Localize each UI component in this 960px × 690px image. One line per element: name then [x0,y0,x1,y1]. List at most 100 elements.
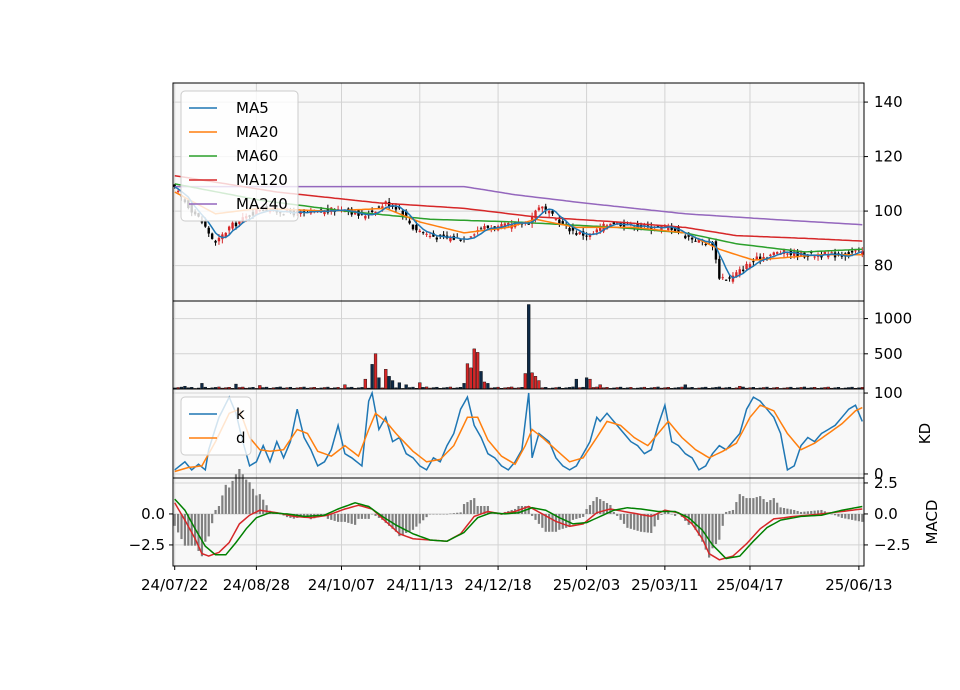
volume-bar [598,384,602,390]
candle-body [473,234,476,236]
macd-histogram-bar [333,513,336,521]
candle-body [483,226,486,230]
macd-histogram-bar [469,500,472,514]
volume-bar [527,304,531,390]
macd-histogram-bar [234,474,238,514]
candle-body [595,229,598,233]
macd-histogram-bar [445,513,449,515]
candle-body [718,258,721,279]
macd-histogram-bar [531,513,534,516]
macd-histogram-bar [418,513,421,524]
candle-body [728,277,731,279]
volume-bar [683,384,687,390]
macd-histogram-bar [551,513,554,532]
macd-right-y-tick-label: 0.0 [874,505,898,523]
volume-bar [234,383,238,390]
price-legend: MA5 MA20 MA60 MA120 MA240 [180,90,299,222]
candle-body [612,222,616,225]
macd-histogram-bar [473,498,476,514]
macd-histogram-bar [779,507,782,514]
candle-body [775,252,779,254]
macd-histogram-bar [721,513,724,526]
macd-histogram-bar [837,513,840,517]
macd-histogram-bar [592,501,595,514]
candle-body [786,253,789,255]
macd-histogram-bar [347,513,350,523]
macd-histogram-bar [537,513,541,524]
macd-histogram-bar [466,502,469,514]
macd-histogram-bar [759,496,762,514]
macd-histogram-bar [844,513,847,519]
macd-histogram-bar [214,509,217,514]
price-y-tick-label: 80 [874,257,893,275]
candle-body [568,228,571,232]
macd-histogram-bar [241,474,244,514]
macd-histogram-bar [748,498,752,514]
macd-histogram-bar [619,513,622,520]
macd-histogram-bar [231,480,234,514]
kd-legend: kd [180,396,252,456]
macd-histogram-bar [486,506,489,514]
x-tick-label: 24/07/22 [141,576,208,594]
macd-histogram-bar [585,508,588,514]
macd-histogram-bar [810,510,813,514]
macd-histogram-bar [428,513,432,515]
x-tick-label: 24/10/07 [308,576,375,594]
candle-body [479,228,483,230]
macd-histogram-bar [806,511,809,514]
candle-body [690,237,694,240]
volume-bar [537,380,541,390]
macd-histogram-bar [340,513,343,522]
macd-histogram-bar [173,513,176,526]
macd-histogram-bar [762,499,765,514]
macd-left-y-tick-label: 0.0 [141,505,165,523]
macd-histogram-bar [776,502,779,514]
macd-histogram-bar [626,513,629,528]
macd-histogram-bar [221,495,224,514]
candle-body [694,240,697,242]
macd-histogram-bar [833,513,837,516]
volume-bar [472,348,476,390]
macd-histogram-bar [262,499,265,514]
candle-body [830,252,833,254]
candle-body [772,252,775,256]
volume-bar [387,376,391,390]
macd-histogram-bar [374,513,377,516]
volume-bar [370,364,374,390]
macd-histogram-bar [786,508,789,514]
macd-histogram-bar [840,513,843,518]
volume-bar [462,383,466,390]
macd-panel-bg [173,478,864,566]
candle-body [231,222,234,229]
candle-body [684,235,687,239]
candle-body [721,277,724,279]
macd-histogram-bar [789,509,792,514]
candle-body [585,235,588,237]
macd-histogram-bar [622,513,626,524]
macd-histogram-bar [401,513,404,535]
volume-bar [476,352,480,390]
macd-histogram-bar [582,513,585,517]
volume-bar [258,385,262,390]
macd-histogram-bar [371,513,374,515]
macd-histogram-bar [462,504,466,514]
macd-histogram-bar [439,513,442,515]
macd-histogram-bar [336,513,340,522]
volume-bar [343,384,347,390]
macd-histogram-bar [449,513,452,515]
volume-y-tick-label: 500 [874,345,903,363]
macd-histogram-bar [459,512,462,514]
macd-histogram-bar [803,511,806,514]
volume-bar [533,376,538,390]
macd-histogram-bar [364,513,367,519]
macd-histogram-bar [571,513,575,520]
candle-body [425,233,428,235]
macd-histogram-bar [725,511,728,514]
candle-body [554,218,558,220]
macd-histogram-bar [636,513,639,531]
candle-body [547,210,551,214]
macd-histogram-bar [200,513,204,557]
macd-histogram-bar [718,513,721,540]
macd-histogram-bar [728,510,731,514]
candle-body [745,263,748,270]
